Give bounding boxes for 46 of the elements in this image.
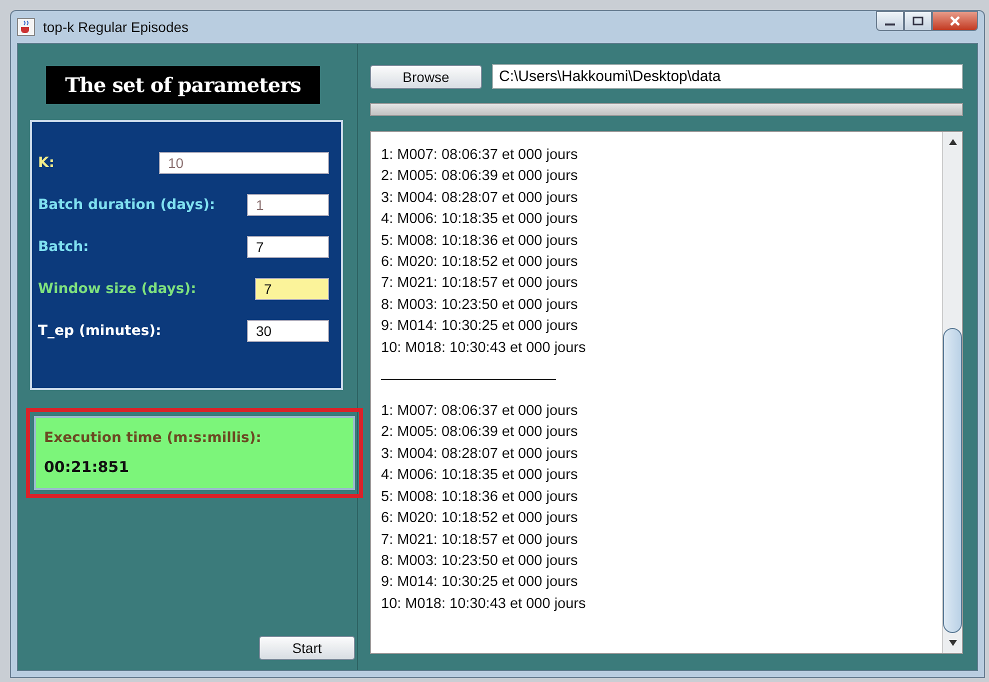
path-field[interactable]: C:\Users\Hakkoumi\Desktop\data <box>492 64 963 89</box>
output-line: 2: M005: 08:06:39 et 000 jours <box>381 423 579 442</box>
coffee-cup-icon <box>17 18 35 36</box>
panel-title: The set of parameters <box>46 66 320 104</box>
minimize-icon <box>885 22 895 26</box>
output-line: 7: M021: 10:18:57 et 000 jours <box>381 274 579 294</box>
output-line: 7: M021: 10:18:57 et 000 jours <box>381 530 579 550</box>
parameter-label: K: <box>38 155 54 171</box>
down-arrow-icon[interactable] <box>948 639 958 647</box>
parameter-label: T_ep (minutes): <box>38 323 162 339</box>
output-line: 9: M014: 10:30:25 et 000 jours <box>381 317 579 336</box>
scroll-thumb[interactable] <box>943 328 962 633</box>
output-line: 1: M007: 08:06:37 et 000 jours <box>381 402 579 422</box>
parameter-label: Batch duration (days): <box>38 197 216 213</box>
browse-button[interactable]: Browse <box>370 64 482 88</box>
output-line: 5: M008: 10:18:36 et 000 jours <box>381 232 579 251</box>
maximize-button[interactable] <box>904 11 932 31</box>
output-line: 8: M003: 10:23:50 et 000 jours <box>381 552 579 571</box>
output-line: 2: M005: 08:06:39 et 000 jours <box>381 167 579 186</box>
output-line: 6: M020: 10:18:52 et 000 jours <box>381 253 579 272</box>
output-line: 10: M018: 10:30:43 et 000 jours <box>381 594 587 614</box>
output-line: 1: M007: 08:06:37 et 000 jours <box>381 146 579 165</box>
close-button[interactable] <box>932 11 978 31</box>
minimize-button[interactable] <box>876 11 904 31</box>
output-line: 3: M004: 08:28:07 et 000 jours <box>381 188 579 208</box>
input-field[interactable]: 7 <box>255 278 329 300</box>
scrollbar[interactable] <box>942 132 962 653</box>
output-line: 6: M020: 10:18:52 et 000 jours <box>381 509 579 528</box>
parameter-label: Batch: <box>38 239 89 255</box>
maximize-icon <box>912 16 924 26</box>
input-field[interactable]: 30 <box>247 320 329 342</box>
output-line: 3: M004: 08:28:07 et 000 jours <box>381 444 579 464</box>
execution-time: 00:21:851 <box>44 458 130 476</box>
output-line: 5: M008: 10:18:36 et 000 jours <box>381 488 579 507</box>
close-icon <box>948 15 962 27</box>
output-line: 10: M018: 10:30:43 et 000 jours <box>381 338 587 358</box>
up-arrow-icon[interactable] <box>948 138 958 146</box>
output-line: 9: M014: 10:30:25 et 000 jours <box>381 573 579 592</box>
output-line: 4: M006: 10:18:35 et 000 jours <box>381 466 579 486</box>
execution-label: Execution time (m:s:millis): <box>44 430 262 446</box>
output-line: 8: M003: 10:23:50 et 000 jours <box>381 296 579 315</box>
parameter-label: Window size (days): <box>38 281 196 297</box>
start-button[interactable]: Start <box>259 636 355 660</box>
window-title: top-k Regular Episodes <box>43 19 189 35</box>
output-line: 4: M006: 10:18:35 et 000 jours <box>381 210 579 230</box>
input-field[interactable]: 7 <box>247 236 329 258</box>
